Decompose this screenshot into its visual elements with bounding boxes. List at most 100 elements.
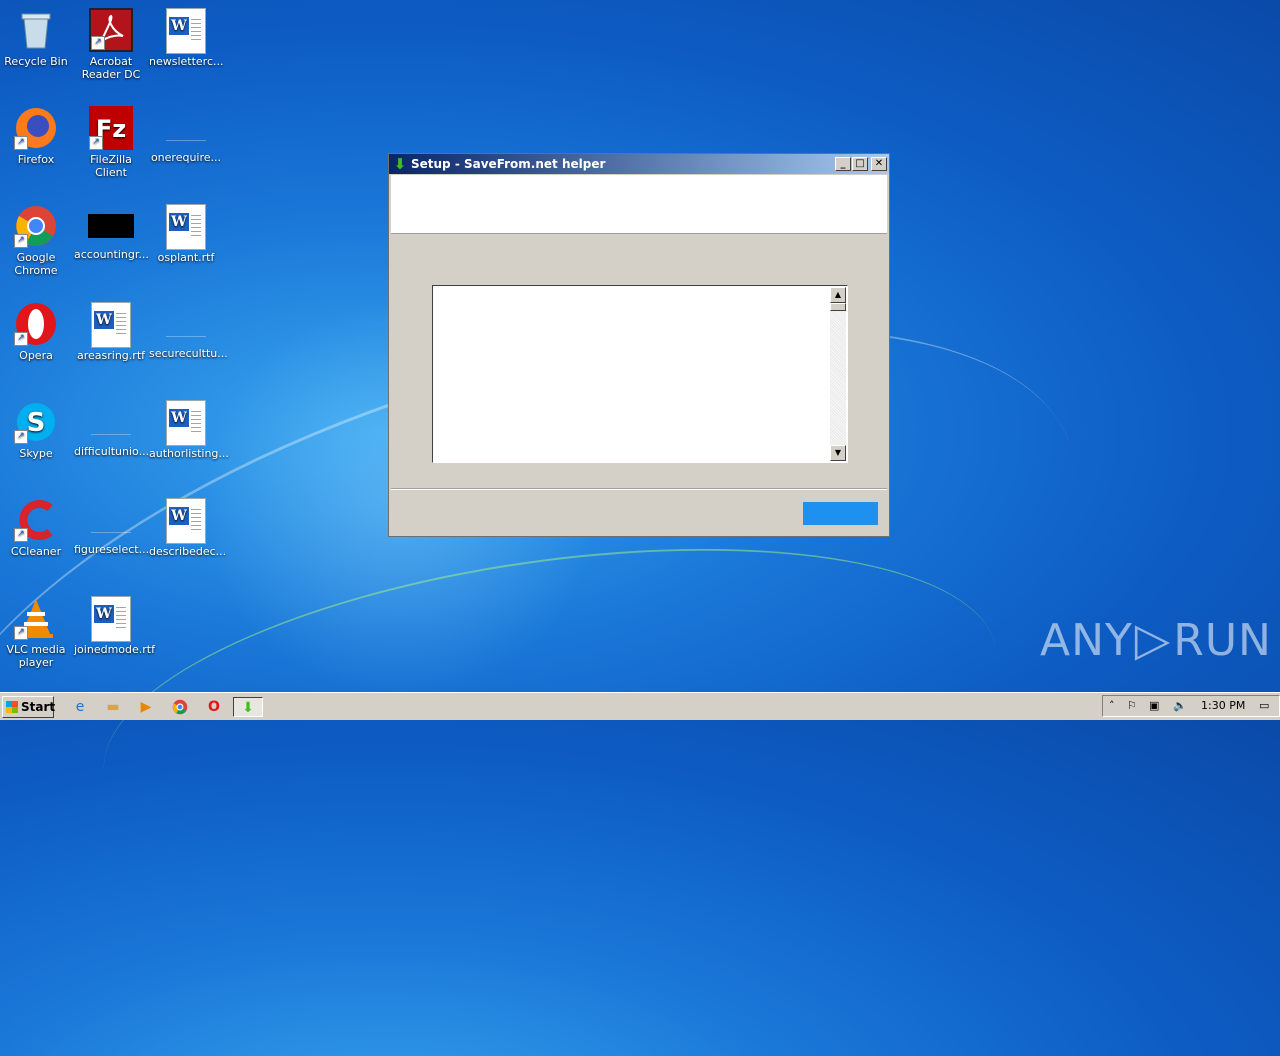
- maximize-icon: □: [855, 158, 865, 169]
- anyrun-watermark: ANY▷RUN: [1040, 612, 1272, 666]
- dialog-titlebar[interactable]: ⬇ Setup - SaveFrom.net helper _ □ ✕: [389, 154, 889, 174]
- system-tray: ˄ ⚐ ▣ 🔈 1:30 PM ▭: [1102, 695, 1280, 717]
- minimize-button[interactable]: _: [835, 157, 851, 171]
- dialog-title: Setup - SaveFrom.net helper: [411, 157, 606, 171]
- desktop-icon-figureselect[interactable]: figureselect...: [74, 498, 150, 556]
- word-document-shape: W: [166, 8, 206, 54]
- maximize-button[interactable]: □: [852, 157, 868, 171]
- desktop-icon-difficultunio[interactable]: difficultunio...: [74, 400, 150, 458]
- next-button[interactable]: [803, 502, 878, 525]
- shortcut-arrow-icon: ↗: [14, 234, 28, 248]
- desktop-icon-google-chrome[interactable]: ↗ Google Chrome: [0, 204, 73, 277]
- desktop-icon-accountingr[interactable]: accountingr...: [74, 204, 149, 261]
- vertical-scrollbar[interactable]: ▲ ▼: [830, 287, 846, 461]
- desktop-icon-osplant[interactable]: W osplant.rtf: [149, 204, 223, 264]
- show-desktop-icon[interactable]: ▭: [1259, 696, 1269, 716]
- ccleaner-icon: ↗: [14, 498, 58, 542]
- desktop-icon-label: authorlisting...: [149, 447, 229, 460]
- word-document-shape: W: [166, 400, 206, 446]
- desktop-icon-onerequire[interactable]: onerequire...: [149, 106, 223, 164]
- footer-separator: [391, 488, 887, 490]
- desktop-icon-firefox[interactable]: ↗ Firefox: [0, 106, 73, 166]
- word-document-shape: W: [166, 204, 206, 250]
- start-button[interactable]: Start: [2, 696, 56, 718]
- scroll-down-button[interactable]: ▼: [830, 445, 846, 461]
- desktop-icon-skype[interactable]: S ↗ Skype: [0, 400, 73, 460]
- blank-file-icon: [166, 116, 206, 141]
- word-document-shape: W: [91, 596, 131, 642]
- desktop-icon-label: accountingr...: [74, 248, 149, 261]
- desktop-icon-label: Firefox: [17, 153, 55, 166]
- taskbar-opera-icon[interactable]: O: [203, 697, 225, 717]
- recycle-bin-icon: [14, 8, 58, 52]
- desktop-icon-label: VLC media player: [6, 643, 66, 669]
- opera-icon: ↗: [14, 302, 58, 346]
- tray-chevron-up-icon[interactable]: ˄: [1109, 696, 1115, 716]
- desktop-icon-acrobat[interactable]: ↗ Acrobat Reader DC: [74, 8, 148, 81]
- word-document-icon: W: [89, 596, 133, 642]
- desktop-icon-ccleaner[interactable]: ↗ CCleaner: [0, 498, 73, 558]
- close-icon: ✕: [874, 158, 884, 169]
- tray-network-icon[interactable]: ▣: [1149, 696, 1159, 716]
- word-document-shape: W: [166, 498, 206, 544]
- tray-flag-icon[interactable]: ⚐: [1127, 696, 1137, 716]
- taskbar-explorer-icon[interactable]: ▬: [102, 697, 124, 717]
- wizard-header-panel: [391, 175, 887, 234]
- taskbar: Start e ▬ ▶ O ⬇ ˄ ⚐ ▣ 🔈 1:30 PM ▭: [0, 692, 1280, 720]
- desktop-icon-label: joinedmode.rtf: [74, 643, 155, 656]
- shortcut-arrow-icon: ↗: [89, 136, 103, 150]
- desktop-icon-label: onerequire...: [150, 151, 222, 164]
- desktop-icon-secureculttu[interactable]: secureculttu...: [149, 302, 228, 360]
- filezilla-icon: Fz ↗: [89, 106, 133, 150]
- desktop-icon-areasring[interactable]: W areasring.rtf: [74, 302, 148, 362]
- desktop-icon-authorlisting[interactable]: W authorlisting...: [149, 400, 229, 460]
- start-label: Start: [21, 700, 56, 714]
- blank-file-icon: [91, 508, 131, 533]
- desktop-icon-vlc[interactable]: ↗ VLC media player: [0, 596, 73, 669]
- word-document-icon: W: [164, 204, 208, 250]
- taskbar-chrome-icon[interactable]: [169, 697, 191, 717]
- desktop-icon-label: FileZilla Client: [90, 153, 132, 179]
- tray-volume-icon[interactable]: 🔈: [1173, 696, 1187, 716]
- shortcut-arrow-icon: ↗: [14, 528, 28, 542]
- desktop-icon-opera[interactable]: ↗ Opera: [0, 302, 73, 362]
- shortcut-arrow-icon: ↗: [14, 626, 28, 640]
- download-arrow-icon: ⬇: [393, 155, 407, 173]
- taskbar-ie-icon[interactable]: e: [69, 697, 91, 717]
- shortcut-arrow-icon: ↗: [14, 136, 28, 150]
- blank-file-icon: [91, 410, 131, 435]
- desktop-icon-filezilla[interactable]: Fz ↗ FileZilla Client: [74, 106, 148, 179]
- word-document-icon: W: [164, 498, 208, 544]
- play-logo-icon: ▷: [1134, 612, 1172, 666]
- word-document-icon: W: [89, 302, 133, 348]
- chrome-icon: ↗: [14, 204, 58, 248]
- taskbar-media-player-icon[interactable]: ▶: [135, 697, 157, 717]
- desktop-icon-label: Google Chrome: [14, 251, 58, 277]
- desktop-icon-label: CCleaner: [10, 545, 62, 558]
- skype-icon: S ↗: [14, 400, 58, 444]
- taskbar-setup-icon[interactable]: ⬇: [233, 697, 263, 717]
- license-text-area[interactable]: ▲ ▼: [432, 285, 848, 463]
- word-document-icon: W: [164, 400, 208, 446]
- tray-clock[interactable]: 1:30 PM: [1201, 696, 1245, 716]
- word-document-icon: W: [164, 8, 208, 54]
- blank-file-icon: [166, 312, 206, 337]
- shortcut-arrow-icon: ↗: [14, 430, 28, 444]
- desktop-icon-label: difficultunio...: [74, 445, 150, 458]
- setup-dialog: ⬇ Setup - SaveFrom.net helper _ □ ✕ ▲ ▼: [388, 153, 890, 537]
- close-button[interactable]: ✕: [871, 157, 887, 171]
- file-thumbnail-icon: [88, 214, 134, 238]
- arrow-down-icon: ▼: [834, 448, 842, 457]
- scroll-thumb[interactable]: [830, 303, 846, 311]
- desktop-icon-label: figureselect...: [74, 543, 150, 556]
- desktop-icon-recycle-bin[interactable]: Recycle Bin: [0, 8, 73, 68]
- shortcut-arrow-icon: ↗: [14, 332, 28, 346]
- desktop-icon-newsletterc[interactable]: W newsletterc...: [149, 8, 224, 68]
- arrow-up-icon: ▲: [834, 290, 842, 299]
- scroll-up-button[interactable]: ▲: [830, 287, 846, 303]
- acrobat-icon: ↗: [89, 8, 133, 52]
- desktop-icon-describedec[interactable]: W describedec...: [149, 498, 226, 558]
- desktop-icon-label: Recycle Bin: [4, 55, 68, 68]
- desktop-icon-joinedmode[interactable]: W joinedmode.rtf: [74, 596, 155, 656]
- watermark-text-right: RUN: [1173, 615, 1272, 666]
